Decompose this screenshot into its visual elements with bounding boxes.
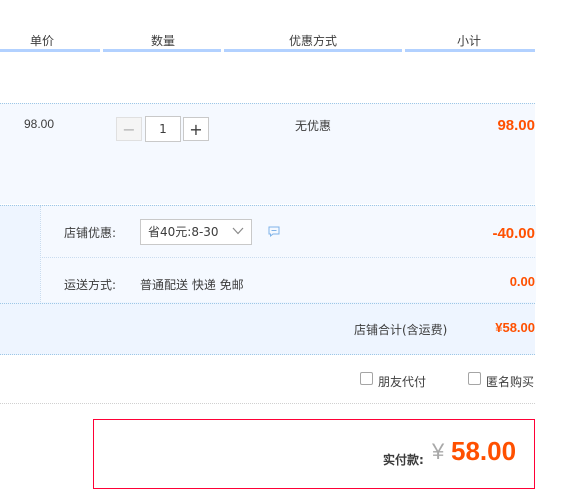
header-unit-price: 单价 [30,34,55,48]
payment-label: 实付款: [383,453,424,467]
payment-currency: ¥ [432,439,445,464]
chevron-down-icon [232,227,244,235]
shop-discount-label: 店铺优惠: [64,226,117,240]
shop-coupon-select[interactable]: 省40元:8-30 [140,219,252,245]
coupon-selected-value: 省40元:8-30 [148,225,219,239]
anonymous-purchase-label[interactable]: 匿名购买 [486,373,535,390]
cart-item-row [0,103,535,204]
header-quantity: 数量 [151,34,176,48]
anonymous-purchase-checkbox[interactable] [468,372,481,385]
friend-pay-checkbox[interactable] [360,372,373,385]
header-underline [405,49,535,52]
item-subtotal: 98.00 [497,117,535,134]
quantity-decrease-button[interactable]: − [116,117,142,141]
cart-table-header: 单价 数量 优惠方式 小计 [0,0,535,52]
options-divider [0,403,535,404]
quantity-increase-button[interactable]: + [183,117,209,141]
friend-pay-label[interactable]: 朋友代付 [378,373,426,390]
item-promotion: 无优惠 [295,119,332,133]
shipping-fee: 0.00 [509,274,535,289]
shop-total-row [0,303,535,355]
header-promotion: 优惠方式 [289,34,338,48]
shop-divider [40,257,535,258]
payment-amount: 58.00 [451,436,517,466]
header-subtotal: 小计 [457,34,482,48]
quantity-input[interactable]: 1 [145,116,181,142]
header-underline [103,49,221,52]
shipping-label: 运送方式: [64,278,117,292]
shop-discount-amount: -40.00 [492,225,535,242]
message-icon[interactable] [268,226,280,237]
shop-total-amount: ¥58.00 [495,320,535,335]
header-underline [0,49,100,52]
header-underline [224,49,402,52]
item-unit-price: 98.00 [24,117,55,131]
shipping-method: 普通配送 快递 免邮 [140,278,244,292]
shop-total-label: 店铺合计(含运费) [354,323,448,337]
